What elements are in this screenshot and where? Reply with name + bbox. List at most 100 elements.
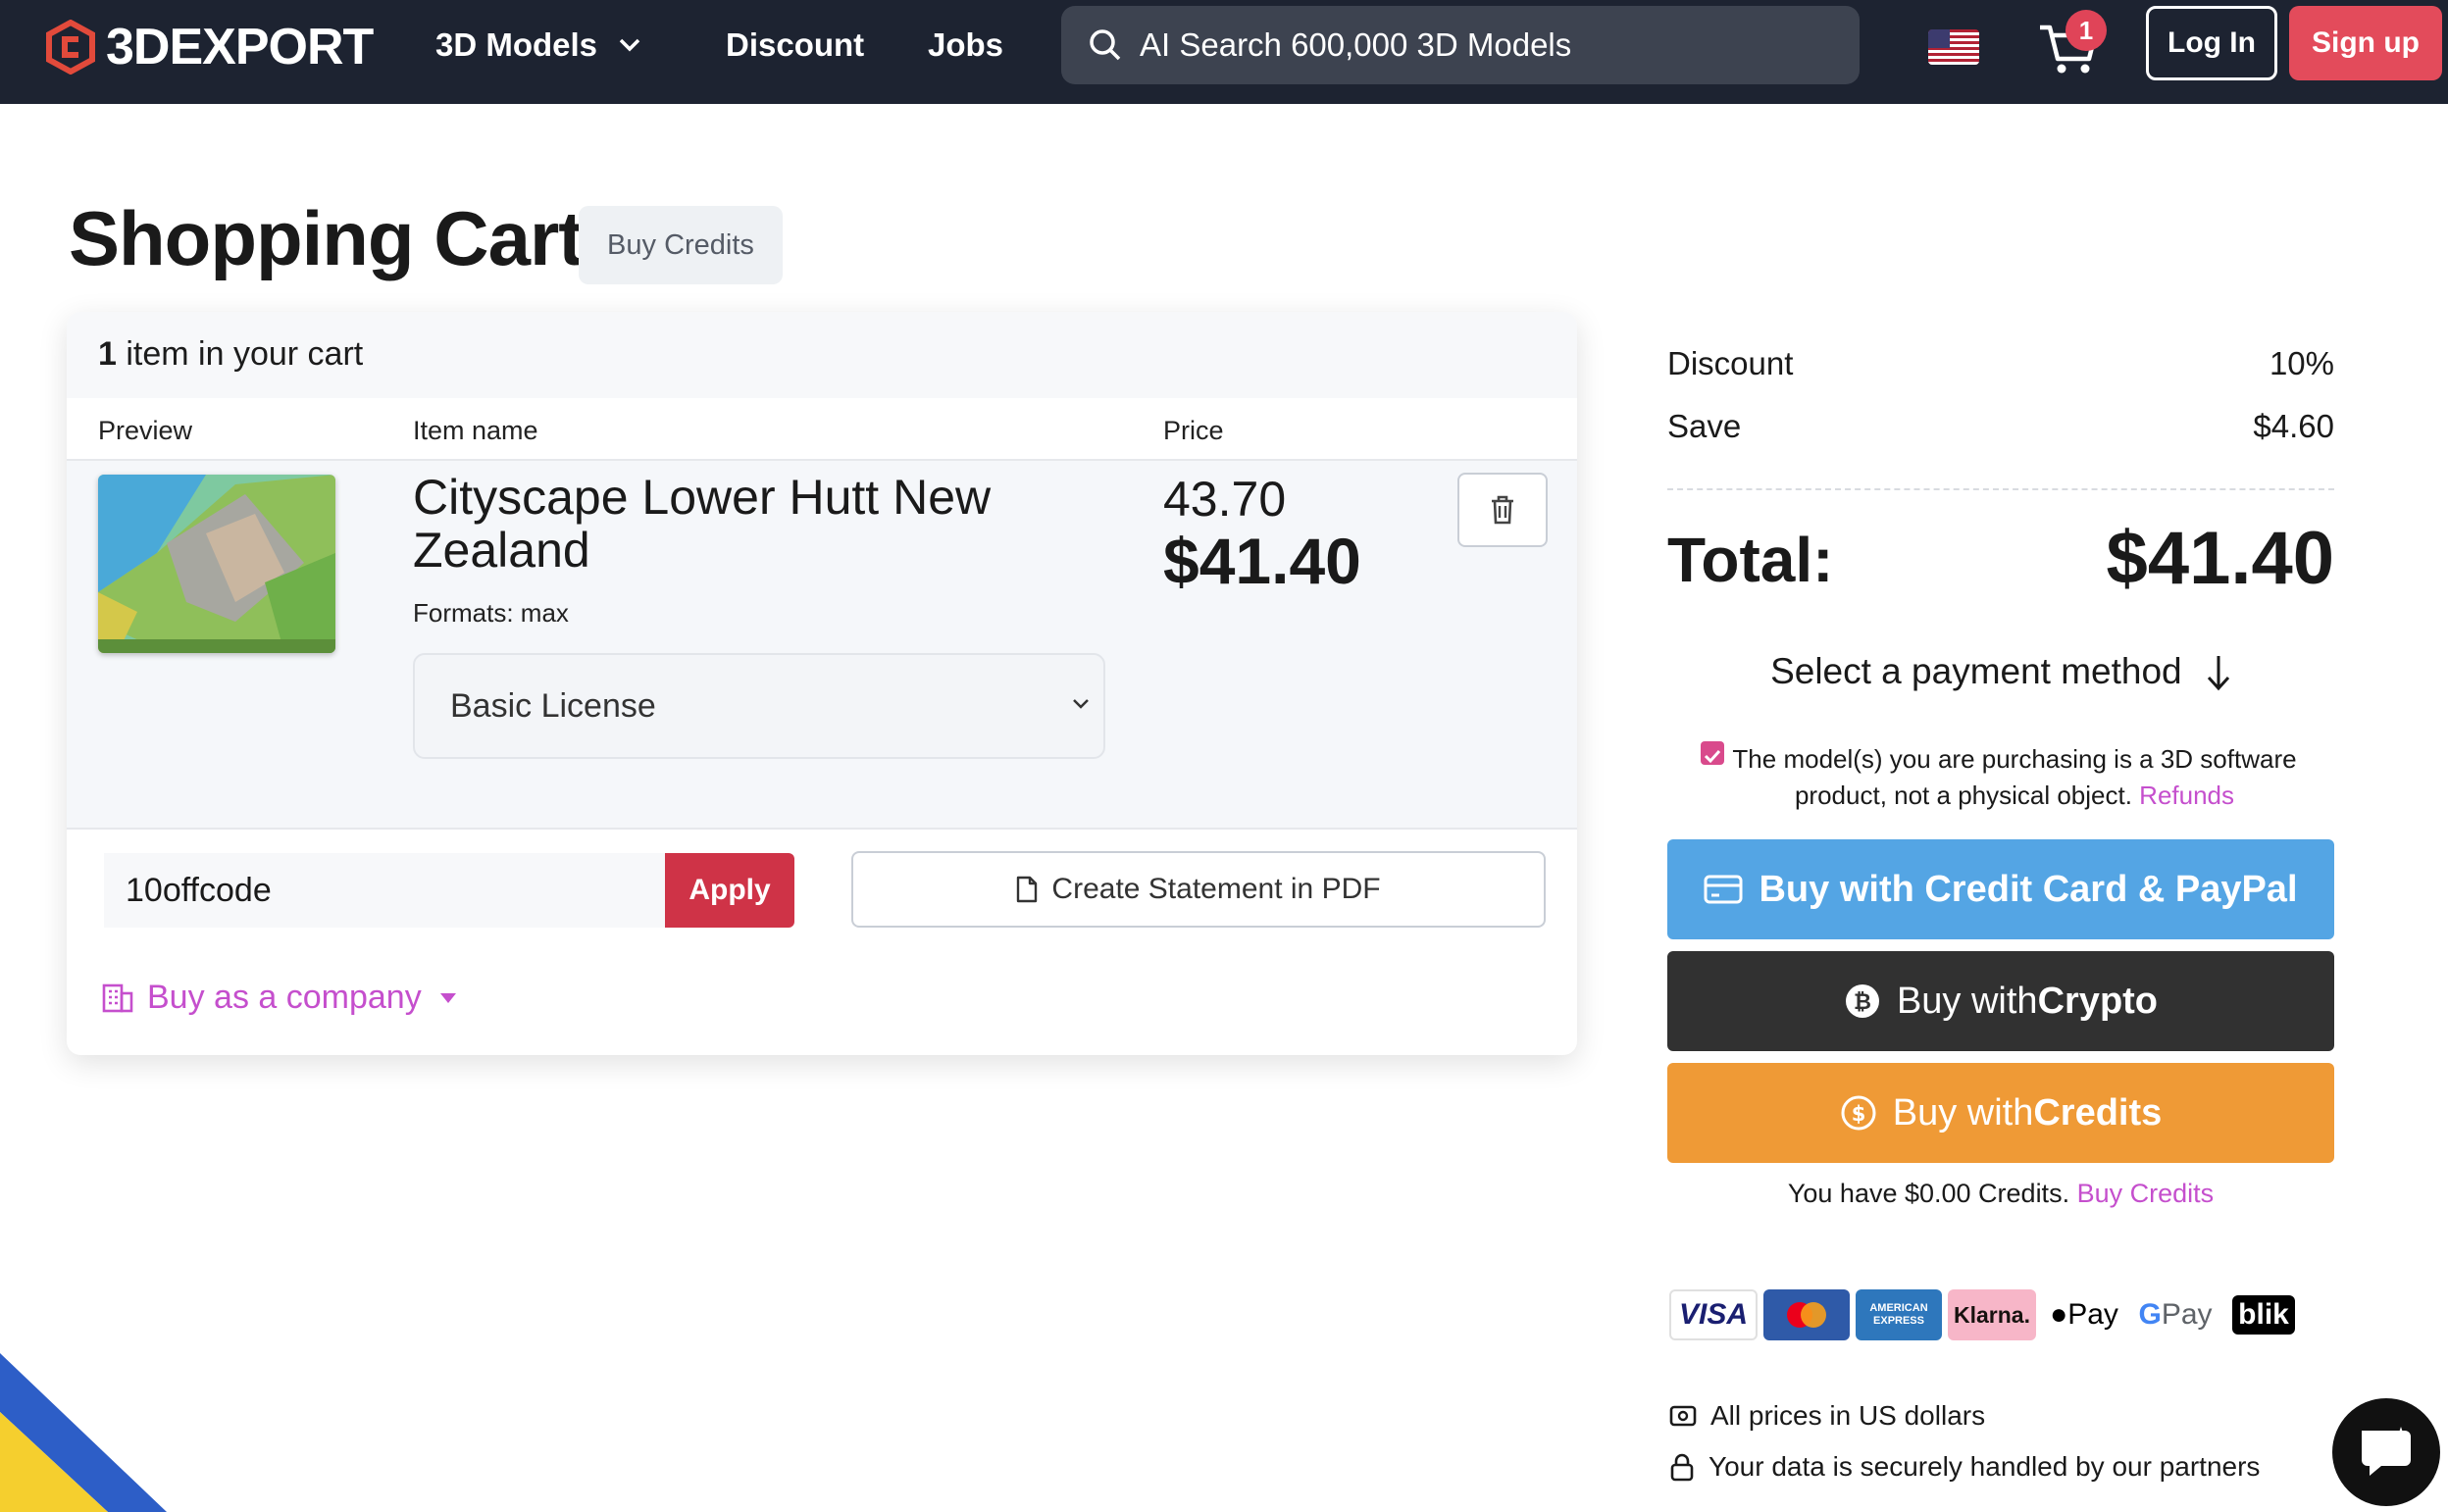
- document-icon: [1017, 876, 1038, 903]
- cart-item-row: Cityscape Lower Hutt New Zealand Formats…: [67, 461, 1577, 828]
- create-pdf-label: Create Statement in PDF: [1051, 873, 1381, 905]
- select-payment-heading: Select a payment method: [1667, 651, 2334, 692]
- total-label: Total:: [1667, 525, 1834, 595]
- apply-coupon-button[interactable]: Apply: [665, 853, 794, 928]
- nav-3d-models[interactable]: 3D Models: [435, 24, 640, 67]
- refunds-link[interactable]: Refunds: [2139, 781, 2234, 810]
- us-flag-icon: [1928, 29, 1979, 65]
- digital-product-consent: The model(s) you are purchasing is a 3D …: [1701, 741, 2328, 814]
- google-g-icon: G: [2138, 1298, 2162, 1331]
- consent-checkbox[interactable]: [1701, 741, 1724, 765]
- lock-icon: [1670, 1453, 1694, 1482]
- cart-item-count: 1: [98, 335, 117, 373]
- money-icon: [1669, 1405, 1697, 1427]
- search-bar[interactable]: [1061, 6, 1860, 84]
- search-input[interactable]: [1140, 26, 1826, 64]
- logo-icon: [46, 20, 95, 75]
- buy-credits-link[interactable]: Buy Credits: [2077, 1179, 2215, 1208]
- building-icon: [102, 983, 133, 1012]
- buy-as-company-toggle[interactable]: Buy as a company: [102, 979, 471, 1017]
- item-final-price: $41.40: [1163, 525, 1361, 597]
- search-icon: [1090, 29, 1121, 61]
- discount-row: Discount 10%: [1667, 345, 2334, 382]
- google-pay-logo: G Pay: [2132, 1289, 2218, 1340]
- trash-icon: [1492, 495, 1513, 525]
- discount-label: Discount: [1667, 345, 1794, 381]
- amex-logo: AMERICAN EXPRESS: [1856, 1289, 1942, 1340]
- buy-credits-button[interactable]: Buy Credits: [579, 206, 783, 284]
- buy-with-crypto-prefix: Buy with: [1896, 980, 2038, 1022]
- visa-logo: VISA: [1669, 1289, 1758, 1340]
- credits-balance-note: You have $0.00 Credits. Buy Credits: [1667, 1179, 2334, 1209]
- item-name[interactable]: Cityscape Lower Hutt New Zealand: [413, 471, 1041, 577]
- cart-card: 1 item in your cart Preview Item name Pr…: [67, 312, 1577, 1055]
- cart-count-badge: 1: [2066, 10, 2107, 51]
- language-selector[interactable]: [1928, 29, 1979, 65]
- login-button[interactable]: Log In: [2146, 6, 2277, 80]
- apple-pay-text: Pay: [2067, 1298, 2118, 1331]
- create-pdf-button[interactable]: Create Statement in PDF: [851, 851, 1546, 928]
- info-usd: All prices in US dollars: [1669, 1400, 1985, 1432]
- chat-widget-button[interactable]: [2332, 1398, 2440, 1506]
- chevron-down-icon: [619, 38, 640, 52]
- cart-count-line: 1 item in your cart: [67, 312, 1577, 398]
- save-value: $4.60: [2253, 408, 2334, 444]
- column-item-name: Item name: [413, 416, 538, 445]
- chevron-down-icon: [1073, 699, 1089, 709]
- mastercard-logo: [1763, 1289, 1850, 1340]
- total-value: $41.40: [2106, 517, 2334, 600]
- coupon-code-input[interactable]: [104, 853, 665, 928]
- buy-with-card-label: Buy with Credit Card & PayPal: [1759, 868, 2298, 910]
- cart-table-header: Preview Item name Price: [67, 398, 1577, 461]
- buy-with-credits-prefix: Buy with: [1892, 1091, 2034, 1134]
- page-title: Shopping Cart: [69, 195, 584, 281]
- nav-jobs[interactable]: Jobs: [928, 24, 1003, 67]
- dollar-coin-icon: $: [1841, 1095, 1876, 1131]
- buy-with-card-button[interactable]: Buy with Credit Card & PayPal: [1667, 839, 2334, 939]
- caret-down-icon: [439, 992, 456, 1003]
- bitcoin-icon: ₿: [1845, 984, 1879, 1018]
- google-pay-text: Pay: [2161, 1298, 2213, 1331]
- svg-text:$: $: [1851, 1102, 1865, 1126]
- discount-value: 10%: [2269, 345, 2334, 381]
- apple-pay-logo: ● Pay: [2042, 1289, 2126, 1340]
- top-navbar: 3DEXPORT 3D Models Discount Jobs 1 Log I…: [0, 0, 2448, 104]
- ukraine-ribbon: [0, 1353, 167, 1512]
- license-select[interactable]: Basic License: [413, 653, 1105, 759]
- svg-text:₿: ₿: [1854, 990, 1871, 1015]
- nav-3d-models-label: 3D Models: [435, 26, 598, 63]
- info-usd-text: All prices in US dollars: [1710, 1400, 1986, 1431]
- credits-balance-text: You have $0.00 Credits.: [1787, 1179, 2077, 1208]
- select-payment-label: Select a payment method: [1770, 651, 2182, 691]
- apple-icon: ●: [2050, 1298, 2068, 1331]
- blik-logo: blik: [2232, 1295, 2295, 1335]
- license-select-value: Basic License: [450, 686, 656, 725]
- coupon-section: Apply Create Statement in PDF Buy as a c…: [67, 828, 1577, 1055]
- checkbox-icon: [1704, 749, 1721, 764]
- buy-with-credits-button[interactable]: $ Buy with Credits: [1667, 1063, 2334, 1163]
- item-formats: Formats: max: [413, 598, 569, 628]
- site-logo[interactable]: 3DEXPORT: [45, 18, 374, 76]
- logo-text: 3DEXPORT: [106, 19, 374, 76]
- klarna-logo: Klarna.: [1948, 1289, 2036, 1340]
- buy-with-crypto-button[interactable]: ₿ Buy with Crypto: [1667, 951, 2334, 1051]
- info-secure-text: Your data is securely handled by our par…: [1708, 1451, 2261, 1482]
- buy-as-company-label: Buy as a company: [147, 979, 422, 1016]
- buy-with-credits-label: Credits: [2033, 1091, 2163, 1134]
- nav-discount[interactable]: Discount: [726, 24, 864, 67]
- info-secure: Your data is securely handled by our par…: [1669, 1451, 2260, 1483]
- chat-icon: [2362, 1427, 2411, 1476]
- item-preview-image[interactable]: [98, 475, 335, 653]
- item-original-price: 43.70: [1163, 472, 1287, 527]
- signup-button[interactable]: Sign up: [2289, 6, 2442, 80]
- arrow-down-icon: [2207, 656, 2230, 691]
- save-label: Save: [1667, 408, 1742, 444]
- summary-divider: [1667, 488, 2334, 490]
- credit-card-icon: [1704, 875, 1743, 904]
- column-preview: Preview: [98, 416, 193, 445]
- cart-count-suffix: item in your cart: [116, 335, 364, 373]
- payment-logos: VISA AMERICAN EXPRESS Klarna. ● Pay G Pay …: [1669, 1288, 2295, 1341]
- save-row: Save $4.60: [1667, 408, 2334, 445]
- remove-item-button[interactable]: [1457, 473, 1548, 547]
- buy-with-crypto-label: Crypto: [2037, 980, 2159, 1022]
